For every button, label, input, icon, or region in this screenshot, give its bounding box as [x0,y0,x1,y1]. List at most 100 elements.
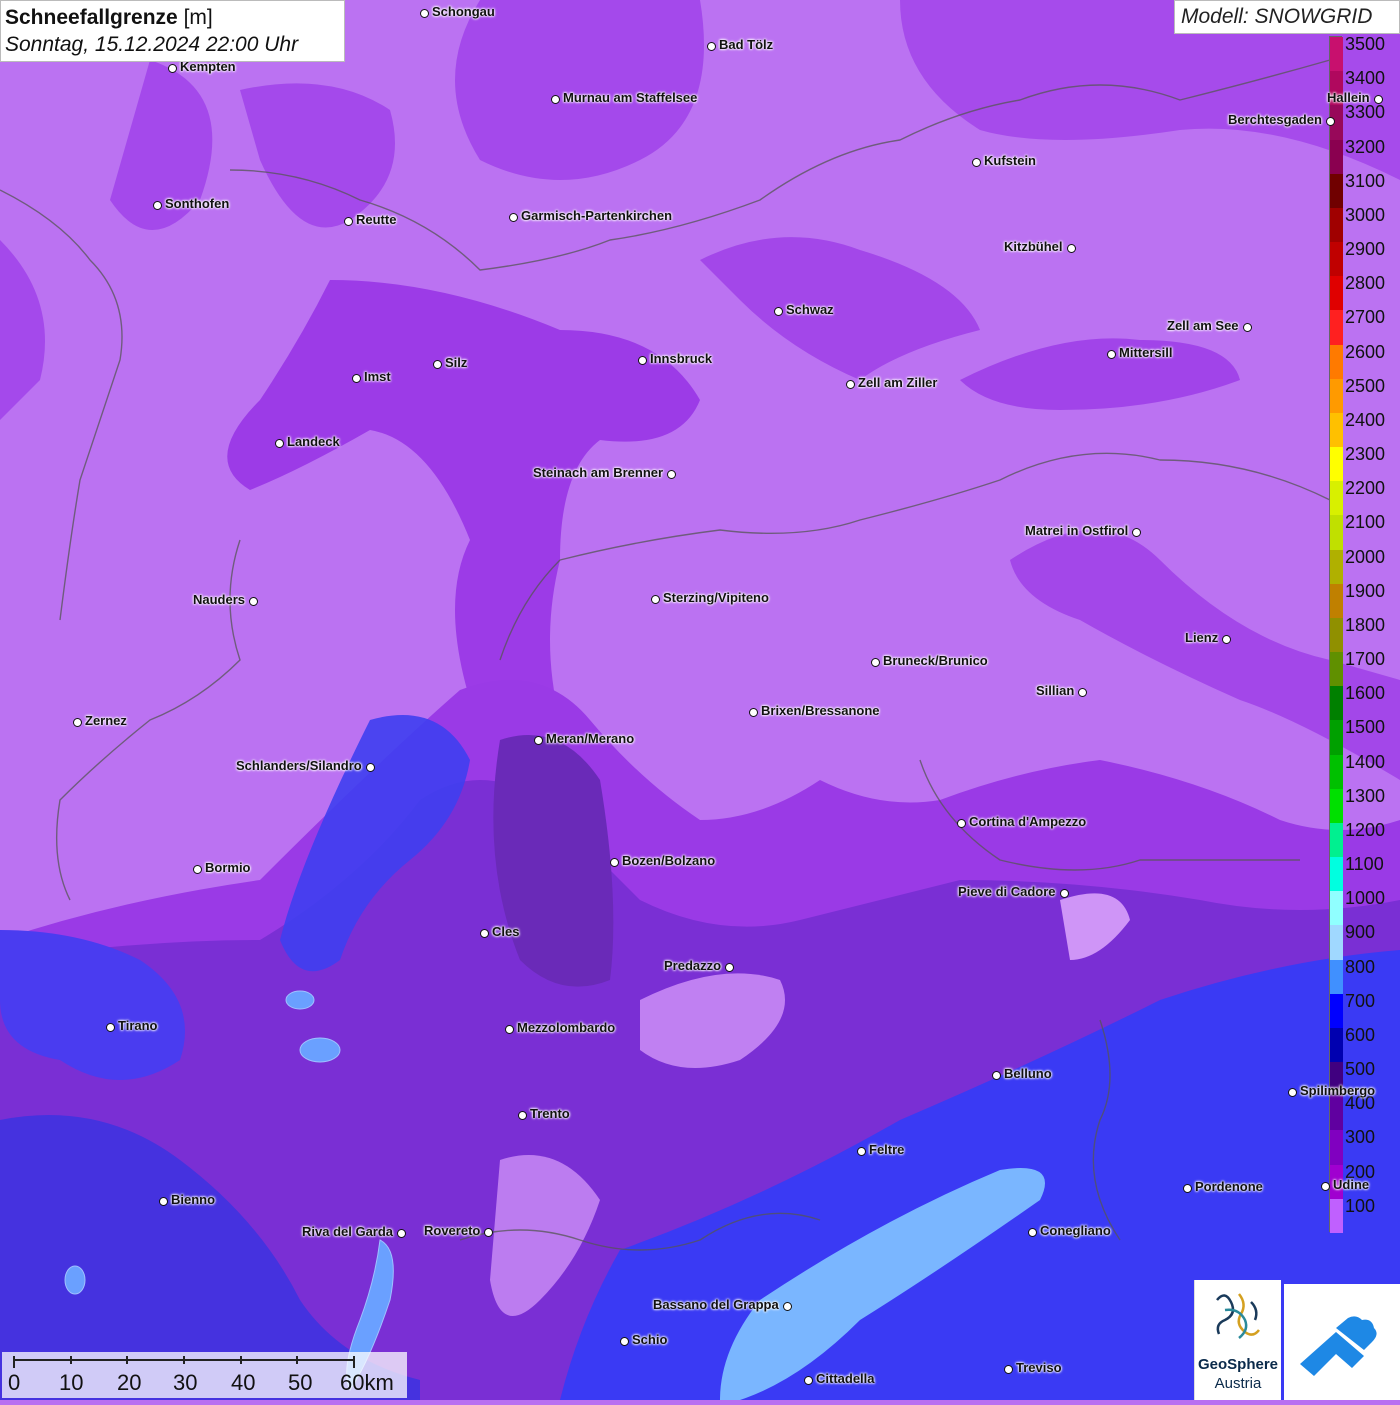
city-label: Cles [492,924,520,939]
city-marker [509,213,518,222]
city-label: Sterzing/Vipiteno [663,590,769,605]
city-label: Bormio [205,860,251,875]
city-label: Brixen/Bressanone [761,703,880,718]
city-marker [1067,244,1076,253]
legend-swatch [1330,925,1343,961]
city-marker [725,963,734,972]
city-label: Conegliano [1040,1223,1111,1238]
scale-tick-label: 0 [8,1370,21,1395]
legend-swatch [1330,207,1343,243]
city-label: Schongau [432,4,495,19]
city-marker [1107,350,1116,359]
geosphere-logo: GeoSphere Austria [1194,1280,1281,1400]
legend-swatch [1330,617,1343,653]
city-marker [73,718,82,727]
legend-swatch [1330,959,1343,995]
city-marker [972,158,981,167]
city-label: Bad Tölz [719,37,774,52]
legend-label: 1800 [1345,614,1386,635]
city-label: Hallein [1327,90,1370,105]
legend-swatch [1330,1096,1343,1131]
legend-label: 500 [1345,1059,1376,1080]
legend-swatch [1330,754,1343,790]
city-label: Mittersill [1119,345,1173,360]
legend-swatch [1330,549,1343,585]
legend-swatch [1330,139,1343,175]
city-label: Mezzolombardo [517,1020,616,1035]
city-marker [352,374,361,383]
city-label: Kempten [180,59,236,74]
scale-bar: 0 10 20 30 40 50 60km [2,1352,407,1398]
city-label: Cortina d'Ampezzo [969,814,1087,829]
legend-label: 1000 [1345,888,1386,909]
map-unit: [m] [183,6,213,29]
scale-tick-label: 50 [288,1370,313,1395]
city-marker [638,356,647,365]
city-label: Trento [530,1106,570,1121]
city-marker [420,9,429,18]
legend-swatch [1330,788,1343,824]
city-label: Garmisch-Partenkirchen [521,208,673,223]
city-marker [1321,1182,1330,1191]
city-marker [749,708,758,717]
scale-tick-label: 30 [173,1370,198,1395]
city-label: Murnau am Staffelsee [563,90,698,105]
city-marker [992,1071,1001,1080]
city-marker [1326,117,1335,126]
city-marker [957,819,966,828]
legend-label: 3500 [1345,34,1386,54]
city-marker [480,929,489,938]
legend-swatch [1330,378,1343,414]
city-label: Steinach am Brenner [533,465,664,480]
city-marker [397,1229,406,1238]
legend-label: 2100 [1345,512,1386,533]
legend-swatch [1330,652,1343,687]
city-label: Zernez [85,713,127,728]
legend-label: 3200 [1345,136,1386,157]
city-label: Bienno [171,1192,216,1207]
mountain-logo-icon [1300,1316,1377,1376]
legend-label: 2900 [1345,239,1386,260]
city-label: Kitzbühel [1004,239,1063,254]
legend-swatch [1330,344,1343,380]
city-marker [804,1376,813,1385]
city-marker [168,64,177,73]
legend-swatch [1330,993,1343,1029]
map-datetime: Sonntag, 15.12.2024 22:00 Uhr [5,33,299,56]
legend-color-bar [1329,36,1343,1234]
legend-swatch [1330,1027,1343,1063]
city-label: Pieve di Cadore [958,884,1056,899]
legend-label: 1700 [1345,649,1386,670]
city-label: Berchtesgaden [1228,112,1322,127]
city-marker [275,439,284,448]
city-label: Schlanders/Silandro [236,758,362,773]
city-marker [620,1337,629,1346]
legend-swatch [1330,242,1343,277]
legend-label: 2300 [1345,444,1386,465]
geosphere-line2: Austria [1214,1375,1262,1392]
city-label: Rovereto [424,1223,481,1238]
city-marker [1183,1184,1192,1193]
city-label: Sillian [1036,683,1075,698]
legend-swatch [1330,481,1343,516]
geosphere-line1: GeoSphere [1197,1356,1279,1373]
city-label: Silz [445,355,468,370]
geosphere-emblem-icon [1216,1293,1260,1339]
city-label: Spilimbergo [1300,1083,1376,1098]
city-marker [505,1025,514,1034]
legend-swatch [1330,822,1343,858]
legend-label: 600 [1345,1024,1376,1045]
city-marker [1222,635,1231,644]
scale-tick-label: 10 [59,1370,84,1395]
city-label: Schwaz [786,302,834,317]
legend-label: 3000 [1345,204,1386,225]
legend-label: 2800 [1345,273,1386,294]
legend-label: 900 [1345,922,1376,943]
city-label: Cittadella [816,1371,875,1386]
legend-label: 1900 [1345,580,1386,601]
city-marker [783,1302,792,1311]
legend-swatch [1330,583,1343,619]
legend-label: 2500 [1345,375,1386,396]
legend-swatch [1330,310,1343,346]
legend-label: 3300 [1345,102,1386,123]
